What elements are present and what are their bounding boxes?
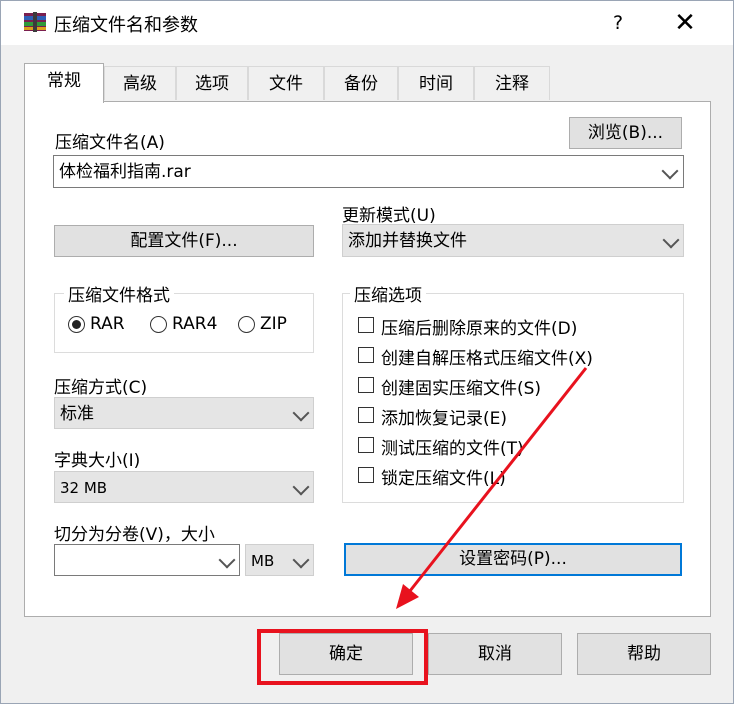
window-title: 压缩文件名和参数 [54, 15, 198, 36]
tab-files[interactable]: 文件 [248, 66, 324, 100]
radio-rar[interactable] [68, 316, 85, 333]
winrar-app-icon [24, 12, 46, 32]
help-question-icon[interactable]: ? [604, 8, 632, 38]
checkbox-test-files[interactable] [358, 437, 374, 453]
checkbox-lock-archive[interactable] [358, 467, 374, 483]
chevron-down-icon [218, 551, 236, 569]
tab-backup[interactable]: 备份 [324, 66, 398, 100]
archive-name-value: 体检福利指南.rar [59, 162, 191, 182]
checkbox-delete-after[interactable] [358, 317, 374, 333]
compression-method-value: 标准 [60, 404, 94, 424]
archive-name-combobox[interactable]: 体检福利指南.rar [53, 155, 684, 188]
tab-time[interactable]: 时间 [398, 66, 474, 100]
radio-rar-label[interactable]: RAR [90, 314, 125, 334]
checkbox-test-files-label[interactable]: 测试压缩的文件(T) [381, 434, 524, 459]
compression-method-dropdown[interactable]: 标准 [54, 397, 314, 429]
chevron-down-icon [661, 162, 679, 180]
split-volumes-label: 切分为分卷(V)，大小 [54, 525, 215, 545]
chevron-down-icon [292, 478, 310, 496]
archive-name-label: 压缩文件名(A) [55, 133, 165, 153]
split-unit-dropdown[interactable]: MB [245, 544, 314, 576]
set-password-button[interactable]: 设置密码(P)... [344, 543, 682, 576]
checkbox-create-sfx-label[interactable]: 创建自解压格式压缩文件(X) [381, 344, 593, 369]
browse-button[interactable]: 浏览(B)... [569, 117, 682, 149]
split-size-combobox[interactable] [54, 544, 240, 576]
tab-general[interactable]: 常规 [24, 63, 104, 103]
update-mode-label: 更新模式(U) [342, 206, 436, 226]
radio-zip-label[interactable]: ZIP [260, 314, 287, 334]
checkbox-lock-archive-label[interactable]: 锁定压缩文件(L) [381, 464, 506, 489]
checkbox-solid[interactable] [358, 377, 374, 393]
update-mode-dropdown[interactable]: 添加并替换文件 [342, 224, 684, 257]
profiles-button[interactable]: 配置文件(F)... [54, 225, 314, 257]
checkbox-recovery-record[interactable] [358, 407, 374, 423]
dictionary-size-dropdown[interactable]: 32 MB [54, 471, 314, 503]
chevron-down-icon [292, 404, 310, 422]
archive-format-group-title: 压缩文件格式 [64, 281, 174, 306]
annotation-highlight-box [257, 629, 428, 685]
chevron-down-icon [292, 551, 310, 569]
checkbox-delete-after-label[interactable]: 压缩后删除原来的文件(D) [381, 314, 577, 339]
dictionary-size-label: 字典大小(I) [54, 451, 141, 471]
update-mode-value: 添加并替换文件 [348, 231, 467, 251]
help-button[interactable]: 帮助 [577, 633, 711, 675]
checkbox-create-sfx[interactable] [358, 347, 374, 363]
radio-rar4[interactable] [150, 316, 167, 333]
archiving-options-group-title: 压缩选项 [350, 281, 426, 306]
dictionary-size-value: 32 MB [60, 479, 108, 497]
cancel-button[interactable]: 取消 [428, 633, 562, 675]
checkbox-solid-label[interactable]: 创建固实压缩文件(S) [381, 374, 541, 399]
compression-method-label: 压缩方式(C) [54, 378, 148, 398]
close-icon[interactable]: ✕ [668, 6, 702, 40]
tab-options[interactable]: 选项 [176, 66, 248, 100]
chevron-down-icon [662, 231, 680, 249]
tab-advanced[interactable]: 高级 [104, 66, 176, 100]
checkbox-recovery-record-label[interactable]: 添加恢复记录(E) [381, 404, 507, 429]
tab-comment[interactable]: 注释 [474, 66, 550, 100]
radio-rar4-label[interactable]: RAR4 [172, 314, 217, 334]
radio-zip[interactable] [238, 316, 255, 333]
split-unit-value: MB [251, 552, 275, 570]
